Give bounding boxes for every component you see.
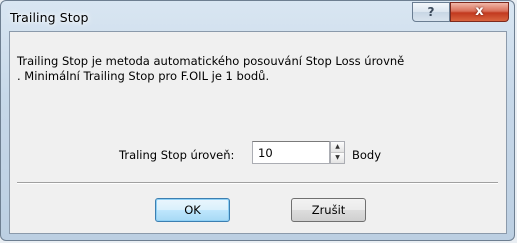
arrow-up-icon: ▲ [335,143,340,150]
window-title: Trailing Stop [10,10,89,25]
trailing-stop-level-input[interactable] [252,141,330,164]
dialog-window: Trailing Stop ? x Trailing Stop je metod… [0,0,515,241]
help-button[interactable]: ? [412,2,450,22]
info-message: Trailing Stop je metoda automatického po… [17,54,497,84]
close-button[interactable]: x [450,2,509,22]
info-message-line: Trailing Stop je metoda automatického po… [17,54,405,68]
level-spinner: ▲ ▼ [330,141,345,164]
trailing-stop-level-label: Traling Stop úroveň: [119,148,235,162]
cancel-button[interactable]: Zrušit [291,198,366,222]
separator [17,182,498,184]
arrow-down-icon: ▼ [335,154,340,161]
spin-down-button[interactable]: ▼ [331,153,344,163]
spin-up-button[interactable]: ▲ [331,142,344,153]
close-icon: x [475,4,484,19]
info-message-line: . Minimální Trailing Stop pro F.OIL je 1… [17,69,270,83]
unit-label: Body [352,148,382,162]
ok-button[interactable]: OK [155,198,230,222]
question-icon: ? [427,5,435,19]
